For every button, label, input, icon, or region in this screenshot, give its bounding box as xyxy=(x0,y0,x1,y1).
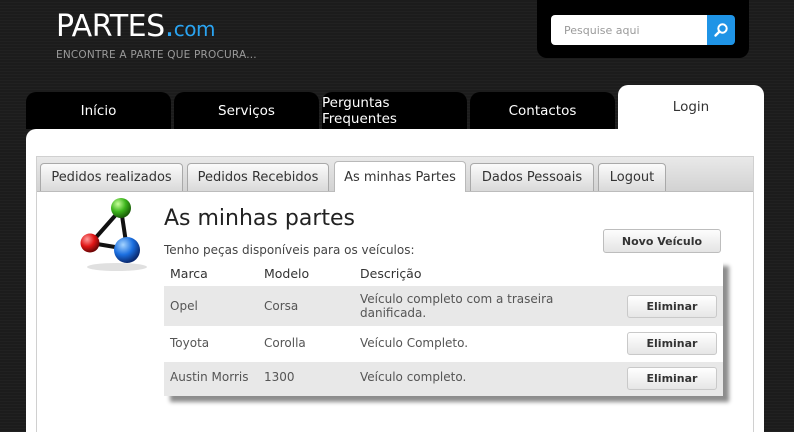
search-input[interactable] xyxy=(551,15,707,45)
delete-button[interactable]: Eliminar xyxy=(627,332,717,355)
page-title: As minhas partes xyxy=(164,206,355,231)
delete-button[interactable]: Eliminar xyxy=(627,367,717,390)
search-container xyxy=(537,0,749,58)
nav-tab-label: Serviços xyxy=(218,102,275,119)
subtab-label: Logout xyxy=(609,170,655,185)
logo-suffix: com xyxy=(173,17,216,41)
nav-tab-label: Início xyxy=(80,102,117,119)
nav-tab-label: Contactos xyxy=(508,102,577,119)
nav-tab-contactos[interactable]: Contactos xyxy=(470,92,615,129)
subtab-logout[interactable]: Logout xyxy=(598,163,666,191)
new-vehicle-button[interactable]: Novo Veículo xyxy=(603,229,721,253)
cell-descricao-continued: danificada. xyxy=(360,306,427,320)
nav-tab-login[interactable]: Login xyxy=(618,85,764,129)
search-icon xyxy=(714,23,728,37)
cell-descricao: Veículo completo. xyxy=(360,370,467,384)
cell-marca: Toyota xyxy=(170,336,210,350)
subtab-dados-pessoais[interactable]: Dados Pessoais xyxy=(470,163,594,191)
site-logo[interactable]: PARTES.com ENCONTRE A PARTE QUE PROCURA.… xyxy=(56,12,257,62)
nav-tab-perguntas-frequentes[interactable]: Perguntas Frequentes xyxy=(322,92,467,129)
logo-main-text: PARTES xyxy=(56,9,165,44)
subtab-as-minhas-partes[interactable]: As minhas Partes xyxy=(334,161,466,192)
column-header-descricao: Descrição xyxy=(360,266,422,281)
vehicles-table: Marca Modelo Descrição Opel Corsa Veícul… xyxy=(164,260,723,396)
column-header-marca: Marca xyxy=(170,266,208,281)
cell-marca: Opel xyxy=(170,299,198,313)
subtab-pedidos-realizados[interactable]: Pedidos realizados xyxy=(40,163,183,191)
subtabs-bar: Pedidos realizados Pedidos Recebidos As … xyxy=(37,157,753,192)
nav-tab-label: Perguntas Frequentes xyxy=(322,94,397,127)
nav-tab-inicio[interactable]: Início xyxy=(26,92,171,129)
column-header-modelo: Modelo xyxy=(264,266,310,281)
cell-modelo: Corsa xyxy=(264,299,299,313)
cell-modelo: Corolla xyxy=(264,336,306,350)
content-area: Pedidos realizados Pedidos Recebidos As … xyxy=(26,129,764,432)
table-row: Opel Corsa Veículo completo com a trasei… xyxy=(164,286,723,326)
subtab-label: Pedidos Recebidos xyxy=(197,170,319,185)
tagline: ENCONTRE A PARTE QUE PROCURA... xyxy=(56,49,257,61)
cell-descricao: Veículo Completo. xyxy=(360,336,469,350)
cell-marca: Austin Morris xyxy=(170,370,249,384)
main-nav: Início Serviços Perguntas Frequentes Con… xyxy=(26,85,764,129)
page-subtitle: Tenho peças disponíveis para os veículos… xyxy=(164,243,415,257)
subtab-label: Dados Pessoais xyxy=(481,170,583,185)
subtab-pedidos-recebidos[interactable]: Pedidos Recebidos xyxy=(187,163,329,191)
molecule-icon xyxy=(80,198,147,271)
cell-modelo: 1300 xyxy=(264,370,295,384)
subtab-label: As minhas Partes xyxy=(344,169,456,185)
account-panel: Pedidos realizados Pedidos Recebidos As … xyxy=(36,156,754,432)
logo-wordmark: PARTES.com xyxy=(56,12,257,44)
search-button[interactable] xyxy=(707,15,735,45)
table-header: Marca Modelo Descrição xyxy=(164,260,723,286)
delete-button[interactable]: Eliminar xyxy=(627,295,717,318)
table-row: Austin Morris 1300 Veículo completo. Eli… xyxy=(164,362,723,396)
subtab-label: Pedidos realizados xyxy=(51,170,172,185)
cell-descricao: Veículo completo com a traseira xyxy=(360,292,554,306)
nav-tab-servicos[interactable]: Serviços xyxy=(174,92,319,129)
logo-dot: . xyxy=(164,9,175,44)
nav-tab-label: Login xyxy=(672,99,710,115)
table-row: Toyota Corolla Veículo Completo. Elimina… xyxy=(164,326,723,362)
